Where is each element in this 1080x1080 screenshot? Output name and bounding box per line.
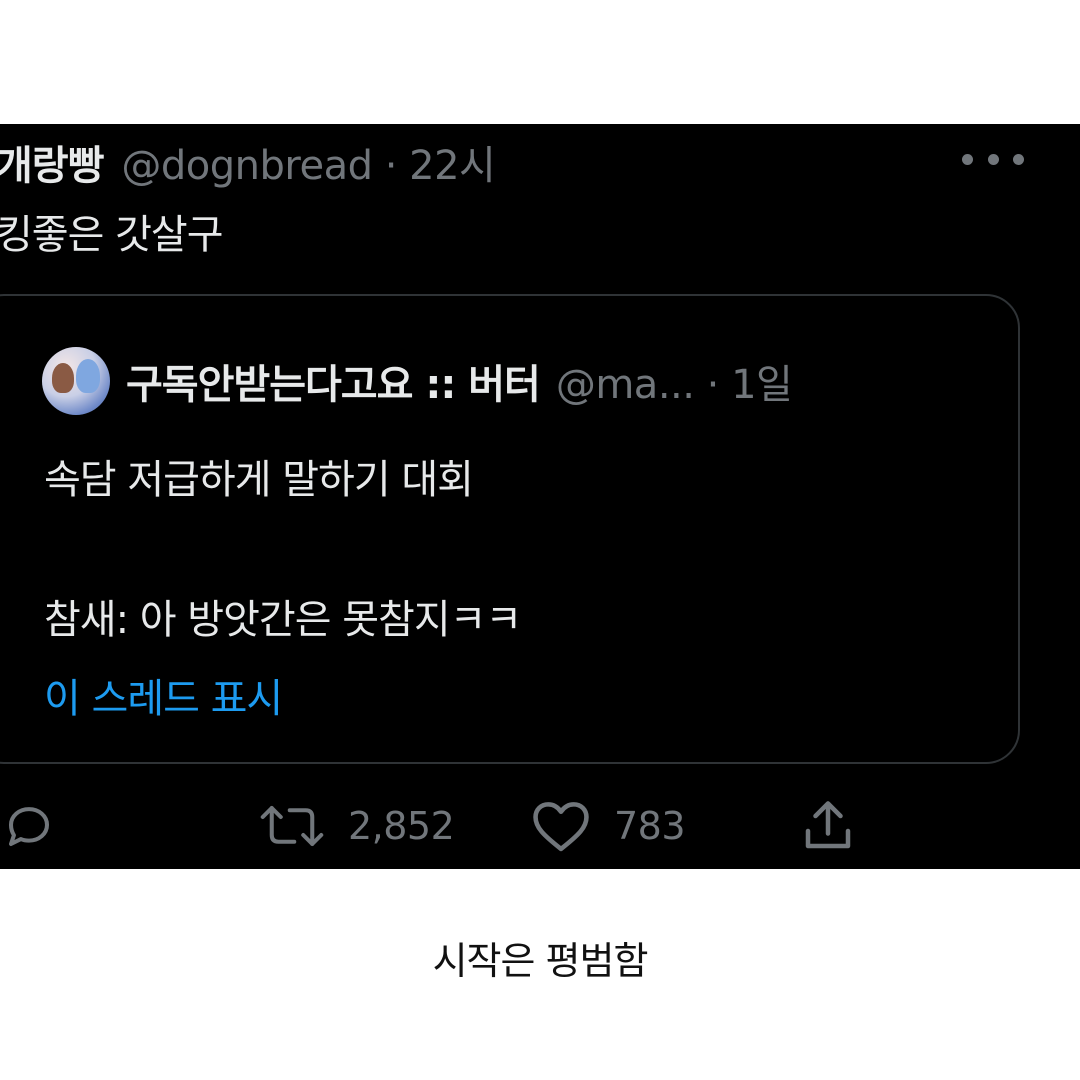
more-horizontal-icon[interactable] — [962, 152, 1024, 166]
quote-author-display-name: 구독안받는다고요 :: 버터 — [126, 362, 541, 408]
quote-body: 속담 저급하게 말하기 대회 참새: 아 방앗간은 못참지ㅋㅋ — [44, 444, 522, 656]
reply-button[interactable] — [2, 796, 56, 856]
like-button[interactable]: 783 — [530, 796, 686, 856]
tweet-actions-bar: 2,852 783 — [0, 796, 1080, 856]
retweet-icon — [260, 805, 324, 847]
show-thread-link[interactable]: 이 스레드 표시 — [44, 666, 283, 724]
avatar[interactable] — [42, 347, 110, 415]
post-caption: 시작은 평범함 — [432, 939, 649, 983]
quote-author-handle-time: @ma... · 1일 — [555, 362, 793, 408]
quote-body-line: 참새: 아 방앗간은 못참지ㅋㅋ — [44, 597, 522, 643]
quote-tweet-card[interactable]: 구독안받는다고요 :: 버터 @ma... · 1일 속담 저급하게 말하기 대… — [0, 294, 1020, 764]
share-button[interactable] — [798, 796, 858, 856]
quote-body-blank-line — [44, 516, 521, 584]
reply-icon — [8, 807, 50, 847]
quote-header: 구독안받는다고요 :: 버터 @ma... · 1일 — [42, 346, 793, 416]
tweet-text: 킹좋은 갓살구 — [0, 212, 224, 258]
share-icon — [805, 801, 851, 849]
tweet-screenshot: 개랑빵 @dognbread · 22시 킹좋은 갓살구 구독안받는다고요 ::… — [0, 124, 1080, 869]
heart-icon — [533, 802, 589, 852]
retweet-button[interactable]: 2,852 — [258, 796, 455, 856]
author-display-name[interactable]: 개랑빵 — [0, 133, 104, 191]
retweet-count: 2,852 — [348, 804, 455, 848]
quote-body-line: 속담 저급하게 말하기 대회 — [44, 457, 474, 503]
like-count: 783 — [614, 804, 686, 848]
tweet-header: 개랑빵 @dognbread · 22시 — [0, 133, 496, 191]
author-handle-time[interactable]: @dognbread · 22시 — [121, 133, 495, 191]
